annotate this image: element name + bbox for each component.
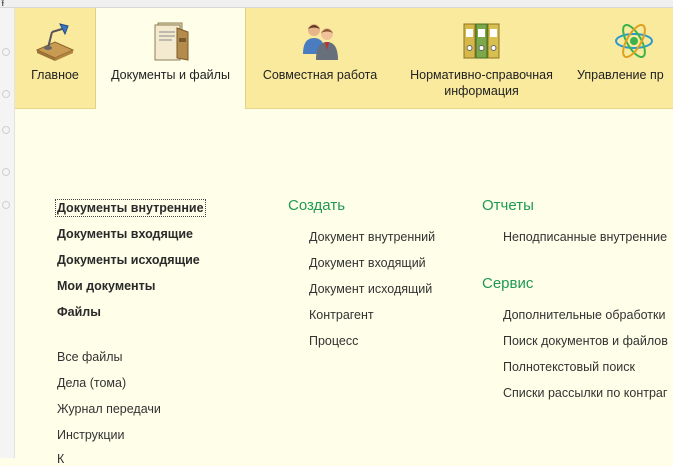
- create-internal-document[interactable]: Документ внутренний: [309, 230, 435, 244]
- nav-all-files[interactable]: Все файлы: [57, 350, 123, 364]
- tab-process-management[interactable]: Управление пр: [569, 8, 673, 108]
- left-panel-icon[interactable]: [2, 201, 10, 209]
- tab-main[interactable]: Главное: [15, 8, 95, 108]
- nav-incoming-documents[interactable]: Документы входящие: [57, 227, 193, 241]
- nav-files[interactable]: Файлы: [57, 305, 101, 319]
- create-outgoing-document[interactable]: Документ исходящий: [309, 282, 432, 296]
- tab-documents-and-files[interactable]: Документы и файлы: [95, 8, 246, 109]
- tab-label: Совместная работа: [262, 68, 378, 82]
- binders-icon: [463, 23, 499, 59]
- tab-label: Главное: [31, 68, 79, 82]
- nav-transfer-log[interactable]: Журнал передачи: [57, 402, 161, 416]
- left-panel-icon[interactable]: [2, 48, 10, 56]
- service-mailing-lists[interactable]: Списки рассылки по контраг: [503, 386, 667, 400]
- nav-outgoing-documents[interactable]: Документы исходящие: [57, 253, 200, 267]
- window-top-bar: ⭱: [0, 0, 673, 9]
- create-process[interactable]: Процесс: [309, 334, 358, 348]
- tab-label: Нормативно-справочная информация: [410, 68, 553, 98]
- left-panel-icon[interactable]: [2, 126, 10, 134]
- tab-label: Документы и файлы: [111, 68, 230, 82]
- nav-my-documents[interactable]: Мои документы: [57, 279, 155, 293]
- create-counterparty[interactable]: Контрагент: [309, 308, 374, 322]
- left-panel-strip: [0, 8, 15, 458]
- create-incoming-document[interactable]: Документ входящий: [309, 256, 426, 270]
- reports-section-title: Отчеты: [482, 197, 534, 214]
- users-icon: [303, 24, 338, 60]
- tab-collaboration[interactable]: Совместная работа: [246, 8, 394, 108]
- service-section-title: Сервис: [482, 275, 534, 292]
- desk-lamp-icon: [35, 23, 75, 61]
- create-section-title: Создать: [288, 197, 346, 214]
- document-folder-icon: [154, 22, 188, 61]
- nav-item-partial[interactable]: К: [57, 452, 64, 466]
- report-unsigned-internal[interactable]: Неподписанные внутренние: [503, 230, 667, 244]
- tab-reference-info[interactable]: Нормативно-справочная информация: [394, 8, 569, 108]
- nav-instructions[interactable]: Инструкции: [57, 428, 125, 442]
- left-panel-icon[interactable]: [2, 168, 10, 176]
- tab-label: Управление пр: [577, 68, 664, 82]
- service-fulltext-search[interactable]: Полнотекстовый поиск: [503, 360, 635, 374]
- nav-cases-volumes[interactable]: Дела (тома): [57, 376, 126, 390]
- nav-internal-documents[interactable]: Документы внутренние: [55, 199, 206, 217]
- service-additional-processing[interactable]: Дополнительные обработки: [503, 308, 665, 322]
- left-panel-icon[interactable]: [2, 90, 10, 98]
- section-tab-bar: Главное Документы и файлы Совместная раб…: [15, 8, 673, 109]
- process-gear-icon: [615, 24, 653, 58]
- service-search-documents[interactable]: Поиск документов и файлов: [503, 334, 668, 348]
